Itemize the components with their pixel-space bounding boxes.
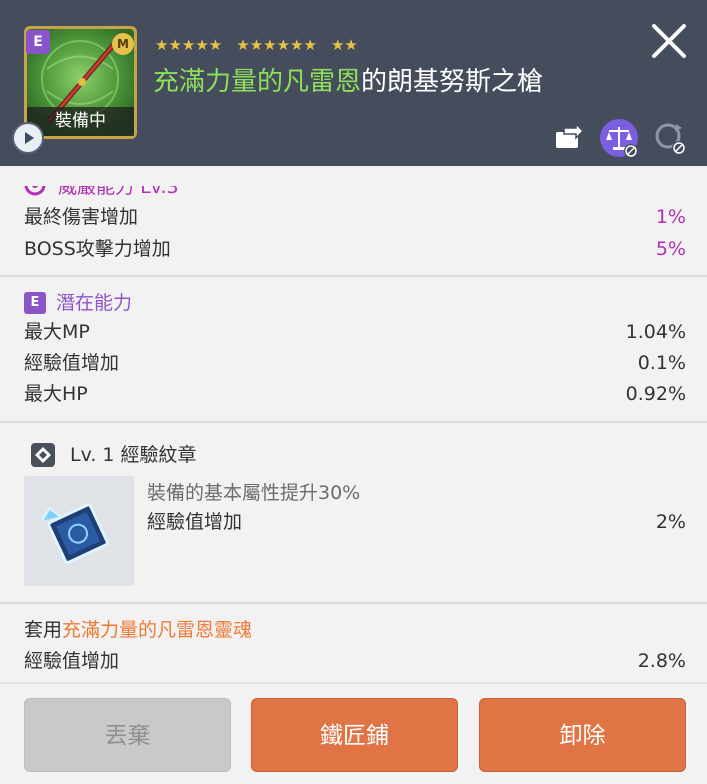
stat-value: 0.1%	[637, 352, 686, 374]
potential-grade-badge: E	[24, 292, 46, 314]
item-details[interactable]: 威嚴能力 Lv.3 最終傷害增加 1% BOSS攻擊力增加 5% E 潛在能力 …	[0, 166, 707, 682]
stat-label: 最大MP	[24, 321, 90, 343]
stat-value: 0.92%	[625, 383, 686, 405]
stat-label: 經驗值增加	[24, 650, 120, 672]
item-header: E M 裝備中 ★★★★★ ★★★★★★ ★★ 充滿力量的凡雷恩的朗基努斯之槍	[0, 0, 707, 166]
emblem-image	[24, 476, 134, 586]
potential-stat-row: 最大HP 0.92%	[24, 379, 686, 409]
star-group-3: ★★	[330, 36, 358, 54]
stat-label: BOSS攻擊力增加	[24, 238, 171, 260]
item-mark-badge: M	[112, 33, 134, 55]
soul-prefix: 套用	[24, 619, 63, 641]
authority-stat-row: 最終傷害增加 1%	[24, 202, 686, 232]
balance-scale-icon[interactable]	[599, 118, 639, 158]
stat-value: 1.04%	[625, 321, 686, 343]
potential-stat-row: 經驗值增加 0.1%	[24, 348, 686, 378]
stat-value: 1%	[655, 206, 686, 228]
emblem-icon	[30, 442, 56, 468]
discard-button[interactable]: 丟棄	[24, 698, 231, 772]
item-title-highlight: 充滿力量的凡雷恩	[153, 67, 362, 97]
item-grade-badge: E	[26, 30, 50, 54]
star-group-1: ★★★★★	[155, 36, 223, 54]
potential-title: 潛在能力	[56, 292, 133, 314]
stat-value: 5%	[655, 238, 686, 260]
action-bar: 丟棄 鐵匠鋪 卸除	[0, 682, 707, 784]
soul-name: 充滿力量的凡雷恩靈魂	[62, 619, 253, 641]
transfer-icon[interactable]	[548, 118, 588, 158]
star-rating: ★★★★★ ★★★★★★ ★★	[155, 36, 358, 54]
emblem-title: Lv. 1 經驗紋章	[70, 444, 197, 466]
soul-stat-row: 經驗值增加 2.8%	[24, 646, 686, 676]
close-icon[interactable]	[650, 22, 688, 60]
refresh-icon[interactable]	[650, 118, 690, 158]
star-group-2: ★★★★★★	[236, 36, 317, 54]
scroll-mask	[0, 166, 707, 186]
emblem-description: 裝備的基本屬性提升30%	[147, 482, 361, 504]
soul-title: 套用充滿力量的凡雷恩靈魂	[24, 615, 252, 645]
stat-label: 最大HP	[24, 383, 88, 405]
item-title-rest: 的朗基努斯之槍	[361, 67, 544, 97]
section-divider	[0, 421, 707, 423]
play-icon[interactable]	[12, 122, 44, 154]
emblem-stat-row: 2%	[147, 507, 686, 537]
section-divider	[0, 602, 707, 604]
potential-stat-row: 最大MP 1.04%	[24, 317, 686, 347]
stat-value: 2.8%	[637, 650, 686, 672]
item-title: 充滿力量的凡雷恩的朗基努斯之槍	[153, 64, 543, 100]
blacksmith-button[interactable]: 鐵匠鋪	[251, 698, 458, 772]
authority-stat-row: BOSS攻擊力增加 5%	[24, 234, 686, 264]
section-divider	[0, 275, 707, 277]
stat-label: 最終傷害增加	[24, 206, 139, 228]
stat-label: 經驗值增加	[24, 352, 120, 374]
book-icon	[41, 503, 109, 564]
unequip-button[interactable]: 卸除	[479, 698, 686, 772]
emblem-stat-value: 2%	[655, 511, 686, 533]
